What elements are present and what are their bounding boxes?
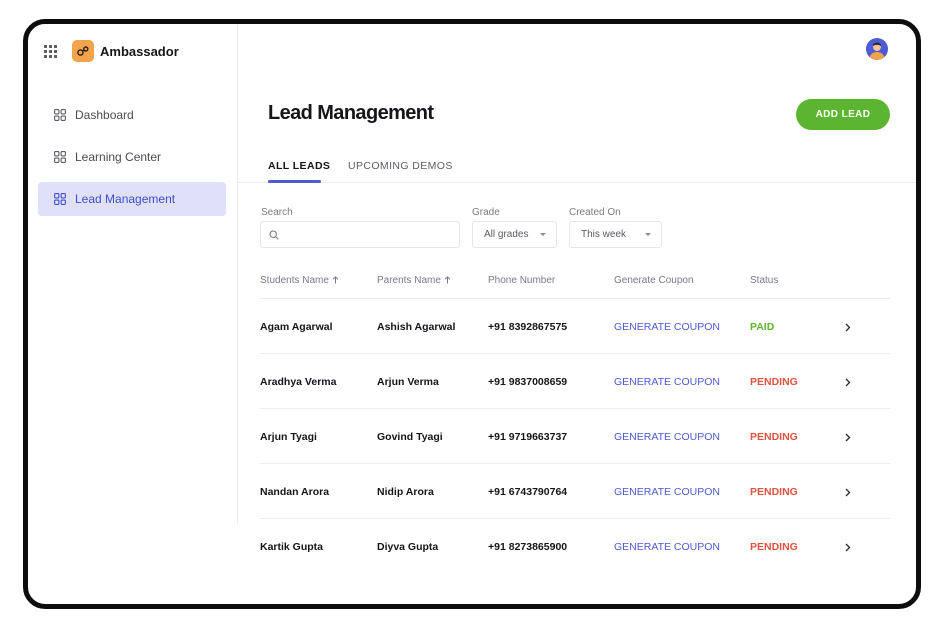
column-header-parents-name[interactable]: Parents Name [377,275,451,286]
caret-down-icon [645,233,651,236]
table-row[interactable]: Nandan Arora Nidip Arora +91 6743790764 … [260,464,890,519]
status-badge: PAID [750,321,775,333]
status-badge: PENDING [750,486,798,498]
generate-coupon-link[interactable]: GENERATE COUPON [614,431,720,443]
sidebar-item-learning-center[interactable]: Learning Center [38,140,226,174]
status-badge: PENDING [750,376,798,388]
generate-coupon-link[interactable]: GENERATE COUPON [614,486,720,498]
parent-name: Diyva Gupta [377,541,439,553]
student-name: Arjun Tyagi [260,431,317,443]
sidebar-item-label: Lead Management [75,192,176,206]
parent-name: Govind Tyagi [377,431,443,443]
grid-four-icon [54,109,66,121]
student-name: Nandan Arora [260,486,330,498]
search-field[interactable] [260,221,460,248]
grid-four-icon [54,151,66,163]
tab-bar: ALL LEADS UPCOMING DEMOS [238,152,916,183]
table-row[interactable]: Kartik Gupta Diyva Gupta +91 8273865900 … [260,519,890,574]
parent-name: Nidip Arora [377,486,434,498]
search-label: Search [261,207,293,218]
apps-grid-icon[interactable] [44,44,57,58]
sidebar: Ambassador Dashboard Learning Center Lea… [28,24,238,524]
table-header: Students Name Parents Name Phone Number … [260,269,890,299]
phone-number: +91 9837008659 [488,376,568,388]
add-lead-button[interactable]: ADD LEAD [796,99,890,130]
grade-select[interactable]: All grades [472,221,557,248]
arrow-up-icon [444,276,451,284]
created-on-label: Created On [569,207,621,218]
app-header: Ambassador [44,40,179,62]
grade-select-value: All grades [484,229,529,240]
sidebar-item-label: Dashboard [75,108,134,122]
generate-coupon-link[interactable]: GENERATE COUPON [614,541,720,553]
phone-number: +91 9719663737 [488,431,568,443]
grade-label: Grade [472,207,500,218]
app-name: Ambassador [100,43,179,59]
generate-coupon-link[interactable]: GENERATE COUPON [614,321,720,333]
table-row[interactable]: Aradhya Verma Arjun Verma +91 9837008659… [260,354,890,409]
search-icon [269,230,279,240]
chevron-right-icon[interactable] [845,543,851,552]
column-header-generate-coupon: Generate Coupon [614,275,694,286]
phone-number: +91 8273865900 [488,541,568,553]
caret-down-icon [540,233,546,236]
sidebar-item-lead-management[interactable]: Lead Management [38,182,226,216]
generate-coupon-link[interactable]: GENERATE COUPON [614,376,720,388]
sidebar-item-dashboard[interactable]: Dashboard [38,98,226,132]
active-tab-indicator [268,180,321,183]
search-input[interactable] [285,222,455,246]
ambassador-logo-icon [72,40,94,62]
table-row[interactable]: Arjun Tyagi Govind Tyagi +91 9719663737 … [260,409,890,464]
column-header-students-name[interactable]: Students Name [260,275,339,286]
page-title: Lead Management [268,102,434,124]
avatar[interactable] [866,38,888,60]
status-badge: PENDING [750,431,798,443]
arrow-up-icon [332,276,339,284]
leads-table: Students Name Parents Name Phone Number … [260,269,890,574]
chevron-right-icon[interactable] [845,433,851,442]
student-name: Kartik Gupta [260,541,324,553]
chevron-right-icon[interactable] [845,488,851,497]
sidebar-item-label: Learning Center [75,150,162,164]
phone-number: +91 8392867575 [488,321,568,333]
student-name: Agam Agarwal [260,321,333,333]
table-row[interactable]: Agam Agarwal Ashish Agarwal +91 83928675… [260,299,890,354]
created-on-select-value: This week [581,229,627,240]
status-badge: PENDING [750,541,798,553]
parent-name: Arjun Verma [377,376,439,388]
chevron-right-icon[interactable] [845,378,851,387]
created-on-select[interactable]: This week [569,221,662,248]
grid-four-icon [54,193,66,205]
parent-name: Ashish Agarwal [377,321,456,333]
phone-number: +91 6743790764 [488,486,568,498]
tab-upcoming-demos[interactable]: UPCOMING DEMOS [348,160,453,172]
column-header-status: Status [750,275,779,286]
app-window: Ambassador Dashboard Learning Center Lea… [23,19,921,609]
student-name: Aradhya Verma [260,376,337,388]
column-header-phone-number: Phone Number [488,275,556,286]
sidebar-nav: Dashboard Learning Center Lead Managemen… [38,98,226,224]
chevron-right-icon[interactable] [845,323,851,332]
tab-all-leads[interactable]: ALL LEADS [268,160,330,172]
